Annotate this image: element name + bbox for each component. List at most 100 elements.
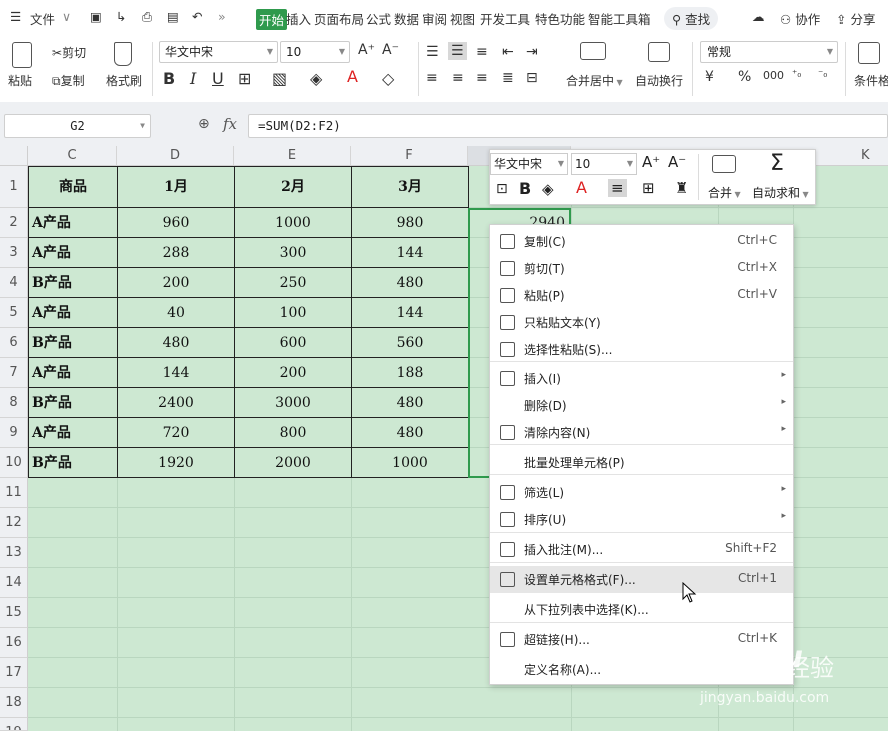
align-middle-icon[interactable]: ☰: [448, 42, 467, 60]
table-cell[interactable]: A产品: [29, 208, 118, 238]
table-cell[interactable]: 720: [118, 418, 235, 448]
collab-button[interactable]: ⚇ 协作: [780, 9, 820, 28]
table-cell[interactable]: 960: [118, 208, 235, 238]
format-painter-icon[interactable]: [114, 42, 132, 66]
save-icon[interactable]: ▣: [90, 9, 102, 24]
tab-developer[interactable]: 开发工具: [480, 9, 530, 28]
table-cell[interactable]: A产品: [29, 358, 118, 388]
tab-formulas[interactable]: 公式: [366, 9, 391, 28]
indent-increase-icon[interactable]: ⇥: [526, 44, 538, 60]
table-cell[interactable]: 250: [235, 268, 352, 298]
table-cell[interactable]: B产品: [29, 388, 118, 418]
table-cell[interactable]: 200: [118, 268, 235, 298]
borders-icon[interactable]: ⊞: [642, 179, 655, 197]
table-cell[interactable]: 2400: [118, 388, 235, 418]
select-all-corner[interactable]: [0, 146, 28, 166]
row-header[interactable]: 17: [0, 658, 28, 688]
align-center-icon[interactable]: ≡: [452, 70, 464, 86]
font-select[interactable]: 华文中宋 ▼: [159, 41, 278, 63]
underline-icon[interactable]: U: [212, 69, 224, 88]
wrap-icon[interactable]: ⊡: [496, 181, 508, 197]
fill-color-icon[interactable]: ◈: [310, 69, 322, 88]
context-menu-item[interactable]: 批量处理单元格(P): [490, 449, 793, 476]
more-icon[interactable]: »: [218, 9, 226, 24]
formula-input[interactable]: =SUM(D2:F2): [248, 114, 888, 138]
menu-icon[interactable]: ☰: [10, 9, 21, 24]
header-cell[interactable]: 2月: [235, 167, 352, 208]
table-cell[interactable]: 560: [352, 328, 469, 358]
row-header[interactable]: 2: [0, 208, 28, 238]
table-cell[interactable]: 144: [352, 298, 469, 328]
row-header[interactable]: 1: [0, 166, 28, 208]
context-menu-item[interactable]: 插入(I) ▸: [490, 365, 793, 392]
context-menu-item[interactable]: 选择性粘贴(S)...: [490, 336, 793, 363]
table-cell[interactable]: 144: [352, 238, 469, 268]
indent-decrease-icon[interactable]: ⇤: [502, 44, 514, 60]
conditional-format-button[interactable]: 条件格: [854, 72, 888, 89]
format-painter-button[interactable]: 格式刷: [106, 72, 142, 89]
row-header[interactable]: 9: [0, 418, 28, 448]
table-cell[interactable]: A产品: [29, 238, 118, 268]
grow-font-icon[interactable]: A⁺: [358, 42, 375, 58]
mini-font-select[interactable]: 华文中宋 ▼: [490, 153, 568, 175]
row-header[interactable]: 15: [0, 598, 28, 628]
row-header[interactable]: 19: [0, 718, 28, 731]
file-menu[interactable]: 文件: [30, 9, 55, 28]
paste-icon[interactable]: [12, 42, 32, 68]
align-left-icon[interactable]: ≡: [426, 70, 438, 86]
col-header-c[interactable]: C: [28, 146, 117, 166]
context-menu-item[interactable]: 从下拉列表中选择(K)...: [490, 596, 793, 623]
row-header[interactable]: 5: [0, 298, 28, 328]
table-cell[interactable]: 980: [352, 208, 469, 238]
table-cell[interactable]: 288: [118, 238, 235, 268]
table-cell[interactable]: 2000: [235, 448, 352, 478]
tab-data[interactable]: 数据: [394, 9, 419, 28]
bold-icon[interactable]: B: [519, 179, 531, 198]
distribute-icon[interactable]: ⊟: [526, 70, 538, 86]
header-cell[interactable]: 3月: [352, 167, 469, 208]
col-header-k[interactable]: K: [861, 146, 870, 166]
bold-icon[interactable]: B: [163, 69, 175, 88]
shrink-font-icon[interactable]: A⁻: [382, 42, 399, 58]
table-cell[interactable]: 144: [118, 358, 235, 388]
table-cell[interactable]: A产品: [29, 418, 118, 448]
table-cell[interactable]: 480: [352, 388, 469, 418]
currency-icon[interactable]: ¥: [705, 69, 714, 85]
table-cell[interactable]: 40: [118, 298, 235, 328]
row-header[interactable]: 6: [0, 328, 28, 358]
tab-smart-tools[interactable]: 智能工具箱: [588, 9, 651, 28]
row-header[interactable]: 8: [0, 388, 28, 418]
justify-icon[interactable]: ≣: [502, 70, 514, 86]
export-icon[interactable]: ↳: [116, 9, 126, 24]
table-cell[interactable]: 800: [235, 418, 352, 448]
context-menu-item[interactable]: 复制(C) Ctrl+C: [490, 228, 793, 255]
fx-icon[interactable]: fx: [223, 115, 237, 133]
cloud-icon[interactable]: ☁: [752, 9, 765, 24]
context-menu-item[interactable]: 筛选(L) ▸: [490, 479, 793, 506]
tab-home[interactable]: 开始: [256, 9, 288, 30]
size-select[interactable]: 10 ▼: [280, 41, 350, 63]
row-header[interactable]: 12: [0, 508, 28, 538]
font-color-icon[interactable]: A: [576, 178, 587, 197]
merge-icon[interactable]: [712, 155, 736, 173]
font-color-icon[interactable]: A: [347, 67, 358, 86]
table-cell[interactable]: B产品: [29, 328, 118, 358]
zoom-icon[interactable]: ⊕: [198, 116, 210, 132]
paste-button[interactable]: 粘贴: [8, 72, 32, 89]
row-header[interactable]: 10: [0, 448, 28, 478]
wrap-icon[interactable]: [648, 42, 670, 62]
cut-button[interactable]: ✂剪切: [52, 44, 86, 61]
header-cell[interactable]: 商品: [29, 167, 118, 208]
name-box[interactable]: G2 ▼: [4, 114, 151, 138]
context-menu-item[interactable]: 插入批注(M)... Shift+F2: [490, 536, 793, 563]
align-top-icon[interactable]: ☰: [426, 44, 439, 60]
table-cell[interactable]: 1000: [235, 208, 352, 238]
context-menu-item[interactable]: 设置单元格格式(F)... Ctrl+1: [490, 566, 793, 593]
table-cell[interactable]: 480: [352, 268, 469, 298]
row-header[interactable]: 16: [0, 628, 28, 658]
tab-view[interactable]: 视图: [450, 9, 475, 28]
print-icon[interactable]: ⎙: [142, 9, 152, 25]
search-box[interactable]: ⚲ 查找: [664, 7, 719, 30]
col-header-f[interactable]: F: [351, 146, 468, 166]
sigma-icon[interactable]: Σ: [770, 151, 784, 176]
